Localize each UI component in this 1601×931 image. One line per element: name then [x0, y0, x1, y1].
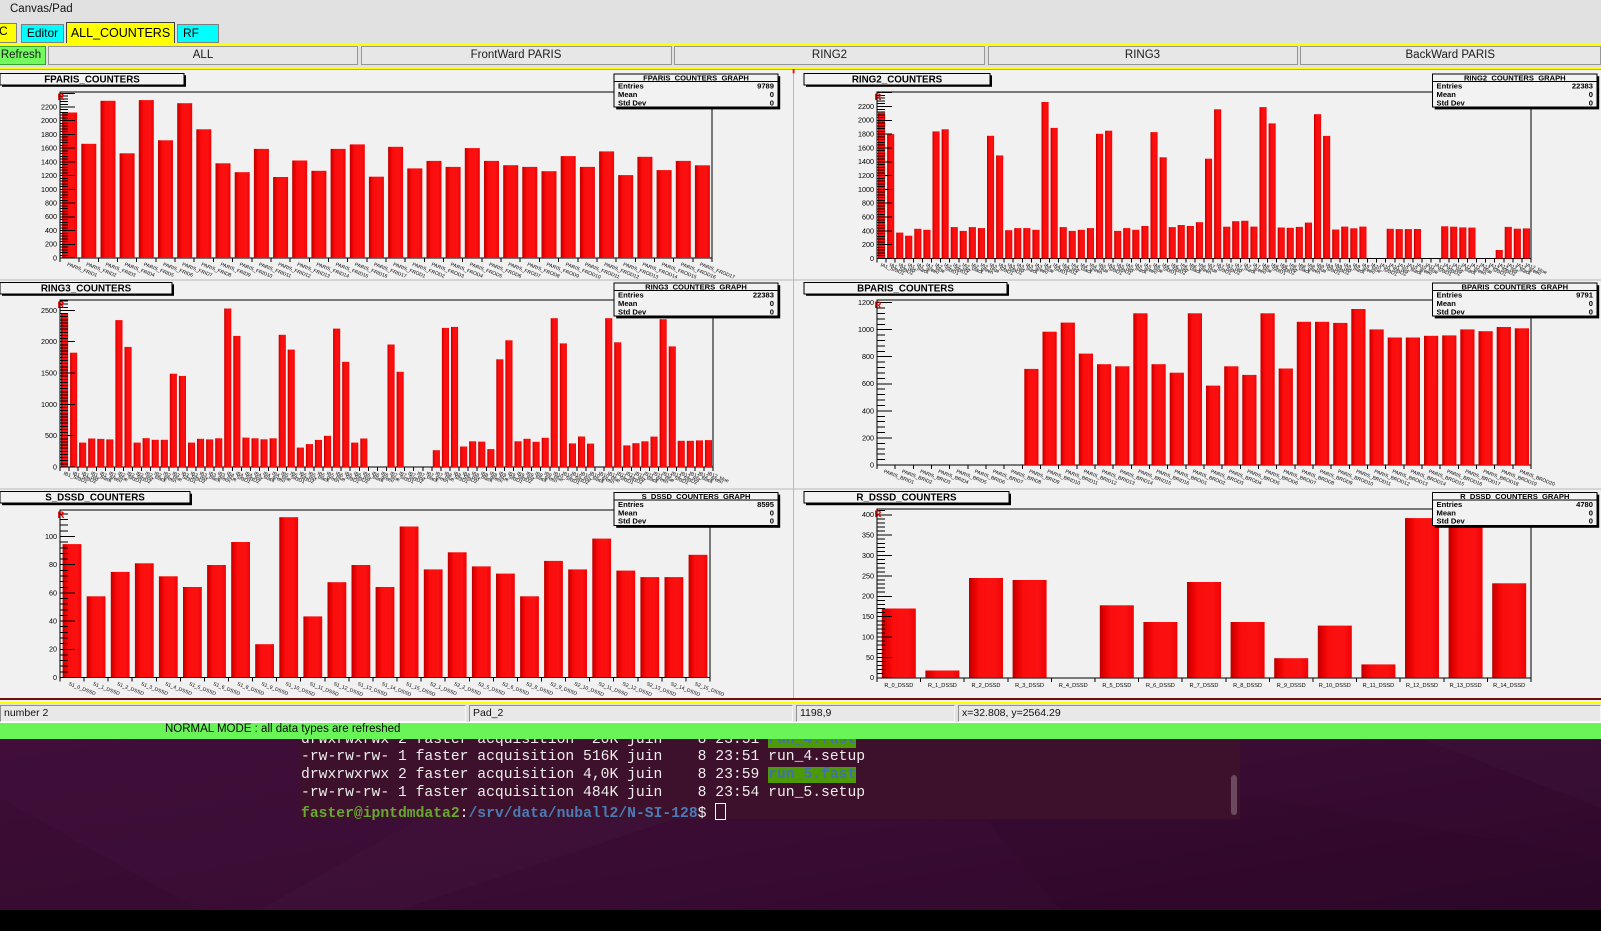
svg-text:0: 0 [1589, 307, 1593, 316]
svg-text:R_DSSD_COUNTERS_GRAPH: R_DSSD_COUNTERS_GRAPH [1460, 492, 1569, 501]
svg-text:1600: 1600 [858, 143, 874, 152]
svg-text:S_DSSD_COUNTERS: S_DSSD_COUNTERS [45, 493, 145, 504]
svg-text:BPARIS_COUNTERS: BPARIS_COUNTERS [857, 283, 954, 294]
svg-text:800: 800 [45, 199, 57, 208]
svg-text:20: 20 [49, 645, 57, 654]
svg-text:1000: 1000 [41, 400, 57, 409]
svg-text:200: 200 [45, 240, 57, 249]
svg-text:2200: 2200 [41, 102, 57, 111]
svg-text:1400: 1400 [858, 157, 874, 166]
svg-text:R_10_DSSD: R_10_DSSD [1319, 683, 1351, 689]
svg-text:R_7_DSSD: R_7_DSSD [1190, 683, 1219, 689]
svg-text:0: 0 [1589, 98, 1593, 107]
svg-text:0: 0 [870, 673, 874, 682]
svg-text:R: R [875, 300, 882, 311]
svg-text:100: 100 [45, 532, 57, 541]
svg-text:R: R [875, 509, 882, 520]
svg-text:0: 0 [770, 517, 774, 526]
svg-text:1200: 1200 [858, 171, 874, 180]
svg-text:500: 500 [45, 431, 57, 440]
svg-text:R_9_DSSD: R_9_DSSD [1277, 683, 1306, 689]
svg-text:0: 0 [1589, 517, 1593, 526]
svg-text:0: 0 [770, 307, 774, 316]
svg-text:800: 800 [862, 199, 874, 208]
svg-text:0: 0 [53, 253, 57, 262]
svg-text:2500: 2500 [41, 306, 57, 315]
svg-text:1400: 1400 [41, 157, 57, 166]
svg-text:R_1_DSSD: R_1_DSSD [928, 683, 957, 689]
svg-text:0: 0 [770, 98, 774, 107]
svg-text:0: 0 [53, 673, 57, 682]
svg-text:200: 200 [862, 240, 874, 249]
svg-text:R_2_DSSD: R_2_DSSD [972, 683, 1001, 689]
svg-text:400: 400 [862, 406, 874, 415]
svg-text:Std Dev: Std Dev [618, 98, 647, 107]
svg-text:R_4_DSSD: R_4_DSSD [1059, 683, 1088, 689]
svg-text:FPARIS_COUNTERS_GRAPH: FPARIS_COUNTERS_GRAPH [643, 73, 749, 82]
svg-text:1200: 1200 [858, 298, 874, 307]
svg-text:350: 350 [862, 531, 874, 540]
svg-text:BPARIS_COUNTERS_GRAPH: BPARIS_COUNTERS_GRAPH [1461, 282, 1568, 291]
svg-text:R: R [58, 300, 65, 311]
svg-text:2000: 2000 [41, 116, 57, 125]
svg-text:RING3_COUNTERS_GRAPH: RING3_COUNTERS_GRAPH [645, 282, 747, 291]
svg-text:1000: 1000 [858, 185, 874, 194]
svg-text:60: 60 [49, 588, 57, 597]
svg-text:150: 150 [862, 612, 874, 621]
svg-text:R_0_DSSD: R_0_DSSD [884, 683, 913, 689]
svg-text:Std Dev: Std Dev [618, 307, 647, 316]
svg-text:0: 0 [870, 254, 874, 263]
svg-text:200: 200 [862, 433, 874, 442]
svg-text:S_DSSD_COUNTERS_GRAPH: S_DSSD_COUNTERS_GRAPH [642, 492, 751, 501]
svg-text:R_12_DSSD: R_12_DSSD [1406, 683, 1438, 689]
svg-text:Std Dev: Std Dev [618, 517, 647, 526]
svg-text:600: 600 [862, 212, 874, 221]
svg-text:FPARIS_COUNTERS: FPARIS_COUNTERS [44, 74, 140, 85]
svg-text:R: R [58, 510, 65, 521]
svg-text:800: 800 [862, 352, 874, 361]
svg-text:R_11_DSSD: R_11_DSSD [1363, 683, 1395, 689]
svg-text:100: 100 [862, 632, 874, 641]
svg-text:R_13_DSSD: R_13_DSSD [1450, 683, 1482, 689]
svg-text:1000: 1000 [858, 325, 874, 334]
svg-text:RING2_COUNTERS: RING2_COUNTERS [852, 74, 943, 85]
svg-text:2000: 2000 [858, 116, 874, 125]
svg-text:50: 50 [866, 653, 874, 662]
svg-text:R_6_DSSD: R_6_DSSD [1146, 683, 1175, 689]
svg-text:R_5_DSSD: R_5_DSSD [1102, 683, 1131, 689]
svg-text:Std Dev: Std Dev [1437, 517, 1466, 526]
svg-text:400: 400 [862, 510, 874, 519]
svg-text:1800: 1800 [858, 130, 874, 139]
svg-text:300: 300 [862, 551, 874, 560]
svg-text:0: 0 [870, 460, 874, 469]
svg-text:R_DSSD_COUNTERS: R_DSSD_COUNTERS [856, 493, 957, 504]
svg-text:2000: 2000 [41, 337, 57, 346]
svg-text:Std Dev: Std Dev [1437, 98, 1466, 107]
svg-text:1200: 1200 [41, 171, 57, 180]
svg-text:200: 200 [862, 592, 874, 601]
svg-text:Std Dev: Std Dev [1437, 307, 1466, 316]
svg-text:40: 40 [49, 617, 57, 626]
svg-text:1800: 1800 [41, 130, 57, 139]
svg-text:RING3_COUNTERS: RING3_COUNTERS [41, 283, 132, 294]
svg-text:0: 0 [53, 462, 57, 471]
svg-text:1600: 1600 [41, 144, 57, 153]
svg-text:400: 400 [862, 226, 874, 235]
svg-text:600: 600 [45, 212, 57, 221]
svg-text:R: R [58, 92, 65, 103]
svg-text:2200: 2200 [858, 102, 874, 111]
svg-text:R_3_DSSD: R_3_DSSD [1015, 683, 1044, 689]
svg-text:1000: 1000 [41, 185, 57, 194]
svg-text:600: 600 [862, 379, 874, 388]
svg-text:1500: 1500 [41, 368, 57, 377]
svg-text:250: 250 [862, 571, 874, 580]
svg-text:80: 80 [49, 560, 57, 569]
svg-text:R_14_DSSD: R_14_DSSD [1493, 683, 1525, 689]
svg-text:RING2_COUNTERS_GRAPH: RING2_COUNTERS_GRAPH [1464, 73, 1566, 82]
svg-text:R: R [875, 92, 882, 103]
svg-text:R_8_DSSD: R_8_DSSD [1233, 683, 1262, 689]
svg-text:400: 400 [45, 226, 57, 235]
